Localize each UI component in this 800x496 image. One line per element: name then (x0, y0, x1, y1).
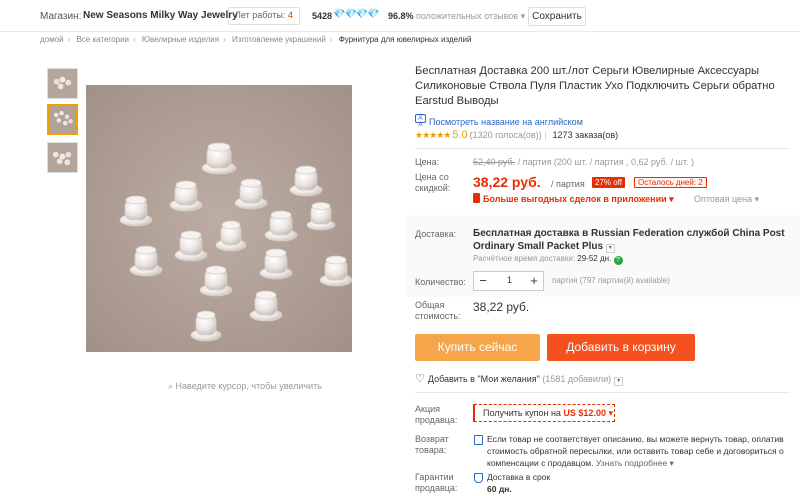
zoom-hint: ⌕ Наведите курсор, чтобы увеличить (168, 381, 322, 392)
zoom-hint-text: Наведите курсор, чтобы увеличить (175, 381, 322, 391)
breadcrumb-current: Фурнитура для ювелирных изделий (338, 35, 472, 44)
phone-icon (473, 193, 480, 203)
diamond-rank-icon: 💎💎💎💎 (333, 9, 380, 20)
breadcrumb: домой › Все категории › Ювелирные изделия ›… (40, 35, 472, 44)
coupon-text: Получить купон на (483, 408, 564, 418)
main-product-image[interactable] (86, 85, 352, 352)
positive-feedback-dropdown[interactable]: положительных отзывов ▾ (416, 11, 525, 22)
price-label: Цена: (415, 157, 440, 167)
chevron-down-icon[interactable]: ▾ (614, 377, 624, 386)
breadcrumb-jewelry-making[interactable]: Изготовление украшений (232, 35, 326, 44)
quantity-label: Количество: (415, 277, 466, 287)
shield-icon (474, 473, 483, 483)
positive-feedback-percent: 96.8% (388, 11, 414, 21)
translate-label: Посмотреть название на английском (429, 117, 583, 127)
breadcrumb-all-categories[interactable]: Все категории (76, 35, 129, 44)
store-years-label: Лет работы: (235, 10, 286, 20)
discount-badge: 27% off (592, 177, 625, 188)
seller-promo-label: Акция продавца: (415, 404, 458, 425)
quantity-stepper: − 1 + (473, 271, 544, 291)
store-name-link[interactable]: New Seasons Milky Way Jewelry (83, 10, 238, 21)
shipping-label: Доставка: (415, 229, 457, 239)
rating-divider: | (544, 130, 547, 140)
store-score: 5428 (312, 11, 333, 21)
return-policy-icon (474, 435, 483, 445)
guarantee-text: Доставка в срок 60 дн. (487, 471, 550, 495)
app-deals-label: Больше выгодных сделок в приложении ▾ (483, 194, 674, 204)
eta-label: Расчётное время доставки: (473, 254, 578, 263)
on-time-delivery-days: 60 дн. (487, 484, 512, 494)
wholesale-price-dropdown[interactable]: Оптовая цена ▾ (694, 194, 759, 205)
available-quantity: партия (797 партии(й) available) (552, 276, 670, 285)
add-to-wishlist[interactable]: ♡ Добавить в "Мои желания" (1581 добавили… (415, 372, 624, 386)
translate-title-link[interactable]: 文A Посмотреть название на английском (415, 114, 583, 128)
buy-now-button[interactable]: Купить сейчас (415, 334, 540, 361)
magnifier-icon: ⌕ (168, 381, 176, 391)
returns-label: Возврат товара: (415, 434, 449, 455)
delivery-estimate: Расчётное время доставки: 29-52 дн. ? (473, 254, 623, 265)
heart-icon: ♡ (415, 373, 425, 385)
total-label: Общая стоимость: (415, 300, 461, 321)
thumbnail-1[interactable] (47, 68, 78, 99)
thumbnail-2-selected[interactable] (47, 104, 78, 135)
rating-row: ★★★★★ 5.0 (1320 голоса(ов)) | 1273 заказа(о… (415, 129, 618, 141)
store-label: Магазин: (40, 11, 82, 22)
return-policy-more-link[interactable]: Узнать подробнее ▾ (596, 458, 674, 468)
quantity-decrease-button[interactable]: − (475, 272, 491, 290)
wishlist-count: (1581 добавили) (539, 374, 612, 384)
save-store-button[interactable]: Сохранить (528, 7, 586, 26)
add-to-cart-button[interactable]: Добавить в корзину (547, 334, 695, 361)
star-rating-icon: ★★★★★ (415, 130, 451, 140)
original-price: 52,40 руб. / партия (200 шт. / партия , … (473, 157, 694, 167)
divider (415, 148, 790, 149)
per-lot-unit: / партия (551, 179, 585, 189)
quantity-increase-button[interactable]: + (526, 272, 542, 290)
votes-count[interactable]: (1320 голоса(ов)) (470, 130, 545, 140)
coupon-value: US $12.00 (563, 408, 606, 418)
total-price: 38,22 руб. (473, 300, 530, 314)
rating-value[interactable]: 5.0 (452, 129, 467, 141)
return-policy-text: Если товар не соответствует описанию, вы… (487, 433, 787, 469)
on-time-delivery-label: Доставка в срок (487, 472, 551, 482)
app-deals-dropdown[interactable]: Больше выгодных сделок в приложении ▾ (473, 193, 674, 205)
eta-value: 29-52 дн. (577, 254, 612, 263)
quantity-input[interactable]: 1 (494, 275, 525, 285)
earring-backs-illustration (86, 85, 352, 352)
store-header: Магазин: New Seasons Milky Way Jewelry Л… (0, 0, 800, 32)
old-price-details: / партия (200 шт. / партия , 0,62 руб. /… (515, 157, 694, 167)
orders-count: 1273 заказа(ов) (552, 130, 619, 140)
discount-price: 38,22 руб. (473, 174, 541, 190)
translate-icon: 文A (415, 114, 426, 128)
help-icon[interactable]: ? (613, 256, 623, 265)
coupon-accent-bar (473, 404, 475, 422)
old-price-value: 52,40 руб. (473, 157, 516, 167)
wishlist-label: Добавить в "Мои желания" (427, 374, 540, 384)
store-years-badge: Лет работы: 4 (228, 7, 300, 25)
guarantee-label: Гарантии продавца: (415, 472, 458, 493)
shipping-method-dropdown[interactable]: Бесплатная доставка в Russian Federation… (473, 227, 793, 253)
chevron-down-icon: ▾ (605, 408, 613, 418)
breadcrumb-jewelry[interactable]: Ювелирные изделия (142, 35, 219, 44)
get-coupon-button[interactable]: Получить купон на US $12.00 ▾ (474, 404, 615, 422)
days-left-badge: Осталось дней: 2 (634, 177, 707, 188)
discount-price-label: Цена со скидкой: (415, 172, 451, 193)
product-title: Бесплатная Доставка 200 шт./лот Серьги Ю… (415, 65, 775, 107)
chevron-down-icon: ▾ (605, 244, 615, 253)
divider (415, 392, 790, 393)
store-years-value: 4 (287, 10, 293, 20)
thumbnail-3[interactable] (47, 142, 78, 173)
breadcrumb-home[interactable]: домой (40, 35, 64, 44)
shipping-method-text: Бесплатная доставка в Russian Federation… (473, 228, 785, 252)
